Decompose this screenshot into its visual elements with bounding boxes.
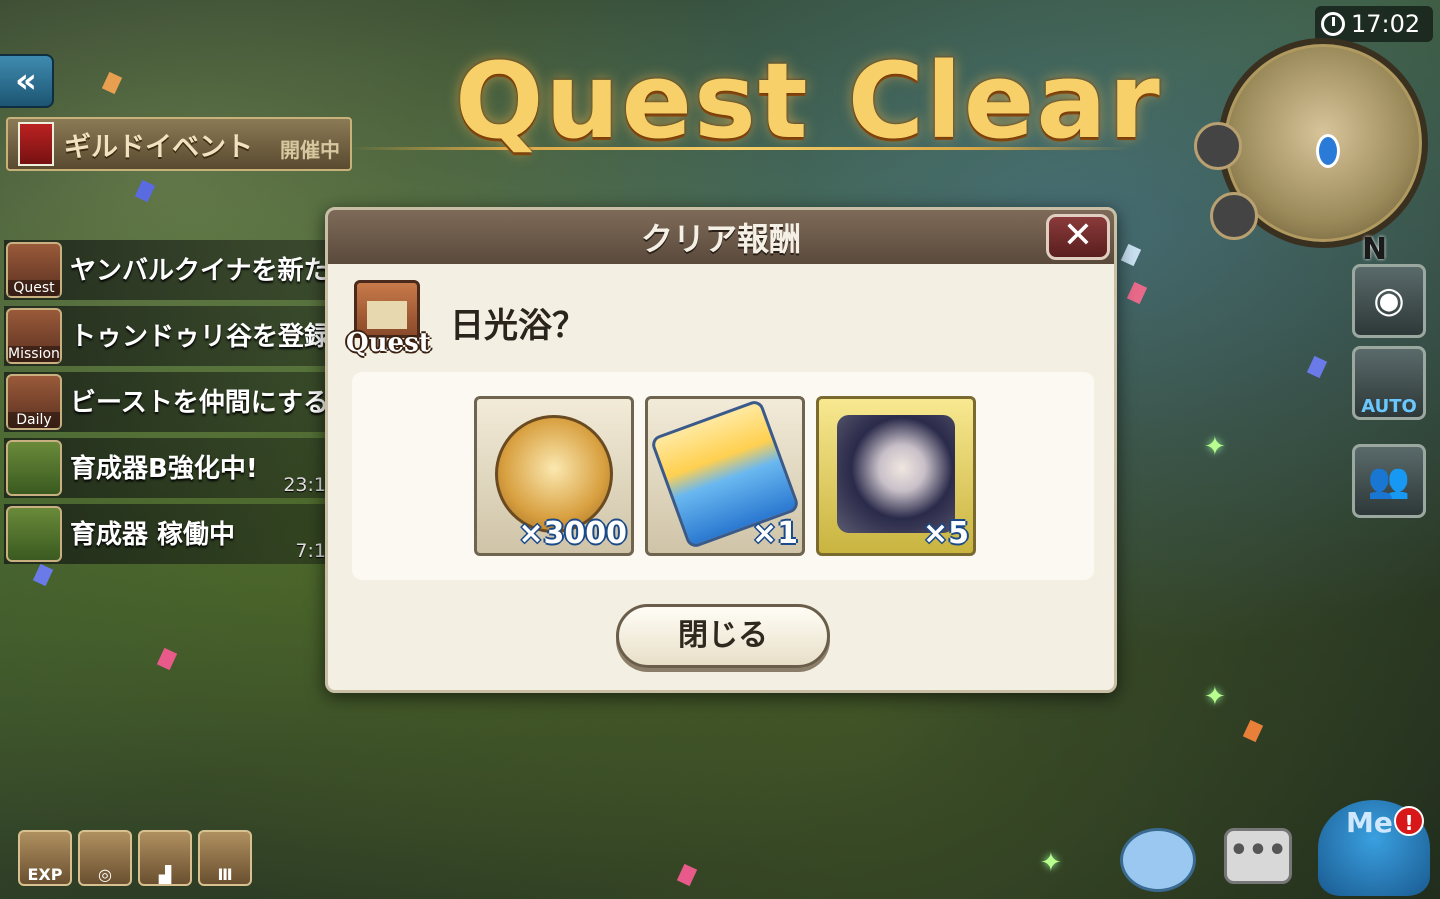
reward-item-ticket[interactable]: ×1	[645, 396, 805, 556]
sparkle: ✦	[1204, 432, 1226, 462]
task-text: トゥンドゥリ谷を登録	[70, 322, 331, 352]
quest-badge: Quest	[346, 278, 431, 358]
reward-item-coin[interactable]: ×3000	[474, 396, 634, 556]
guild-event-banner[interactable]: ギルドイベント 開催中	[6, 117, 352, 171]
double-chevron-left-icon: «	[15, 61, 37, 101]
emote-button[interactable]	[1120, 828, 1196, 892]
shield-boost-button[interactable]: ◎	[78, 830, 132, 886]
incubator-icon	[6, 440, 62, 496]
boots-boost-button[interactable]: ▟	[138, 830, 192, 886]
exp-label: EXP	[27, 865, 63, 884]
auto-label: AUTO	[1361, 396, 1417, 417]
task-text: ヤンバルクイナを新た	[70, 256, 330, 286]
incubator-icon	[6, 506, 62, 562]
quest-clear-title: Quest Clear	[455, 40, 1162, 162]
task-item-quest[interactable]: Quest ヤンバルクイナを新た	[4, 240, 330, 300]
close-icon-button[interactable]: ✕	[1046, 214, 1110, 260]
clear-reward-dialog: クリア報酬 ✕ Quest 日光浴？ ×3000 ×1 ×5 閉じる	[325, 207, 1117, 693]
cage-boost-button[interactable]: Ⅲ	[198, 830, 252, 886]
chat-icon: •••	[1229, 833, 1287, 868]
sparkle: ✦	[1040, 848, 1062, 878]
alert-badge: !	[1394, 806, 1424, 836]
task-item-incubator[interactable]: 育成器 稼働中 7:1	[4, 504, 326, 564]
task-timer: 7:1	[295, 540, 326, 562]
party-icon: 👥	[1367, 461, 1411, 501]
compass-north: N	[1362, 232, 1388, 267]
clock-time: 17:02	[1351, 10, 1421, 38]
camera-button[interactable]: ◉	[1352, 264, 1426, 338]
cage-icon: Ⅲ	[217, 865, 233, 884]
map-toggle-button[interactable]	[1194, 122, 1242, 170]
reward-panel: ×3000 ×1 ×5	[352, 372, 1094, 580]
task-item-mission[interactable]: Mission トゥンドゥリ谷を登録	[4, 306, 330, 366]
exp-boost-button[interactable]: EXP	[18, 830, 72, 886]
dialog-header: クリア報酬	[328, 210, 1114, 264]
camera-icon: ◉	[1373, 280, 1405, 321]
reward-quantity: ×3000	[518, 516, 627, 551]
quest-icon: Quest	[6, 242, 62, 298]
quest-name: 日光浴？	[450, 306, 586, 346]
task-text: 育成器B強化中!	[70, 454, 258, 484]
auto-button[interactable]: AUTO	[1352, 346, 1426, 420]
guild-flag-icon	[18, 122, 54, 166]
clock-icon	[1321, 12, 1345, 36]
player-marker-icon	[1316, 134, 1340, 168]
clock: 17:02	[1315, 6, 1433, 42]
dialog-title: クリア報酬	[640, 220, 801, 258]
close-icon: ✕	[1062, 215, 1094, 256]
reward-item-character[interactable]: ×5	[816, 396, 976, 556]
daily-icon: Daily	[6, 374, 62, 430]
boots-icon: ▟	[158, 865, 172, 884]
task-text: ビーストを仲間にする	[70, 388, 329, 418]
task-text: 育成器 稼働中	[70, 520, 236, 550]
menu-button[interactable]: Me !	[1318, 800, 1430, 896]
mission-icon: Mission	[6, 308, 62, 364]
reward-quantity: ×1	[751, 516, 798, 551]
guild-event-status: 開催中	[280, 138, 340, 162]
chat-button[interactable]: •••	[1224, 828, 1292, 884]
close-button[interactable]: 閉じる	[616, 604, 830, 668]
guild-event-title: ギルドイベント	[64, 131, 253, 163]
map-beast-button[interactable]	[1210, 192, 1258, 240]
task-item-daily[interactable]: Daily ビーストを仲間にする	[4, 372, 329, 432]
sparkle: ✦	[1204, 682, 1226, 712]
quest-badge-label: Quest	[346, 328, 431, 358]
shield-icon: ◎	[98, 865, 112, 884]
menu-label: Me	[1346, 806, 1393, 839]
back-button[interactable]: «	[0, 54, 54, 108]
reward-quantity: ×5	[922, 516, 969, 551]
task-item-incubator-b[interactable]: 育成器B強化中! 23:1	[4, 438, 326, 498]
party-button[interactable]: 👥	[1352, 444, 1426, 518]
task-timer: 23:1	[283, 474, 326, 496]
